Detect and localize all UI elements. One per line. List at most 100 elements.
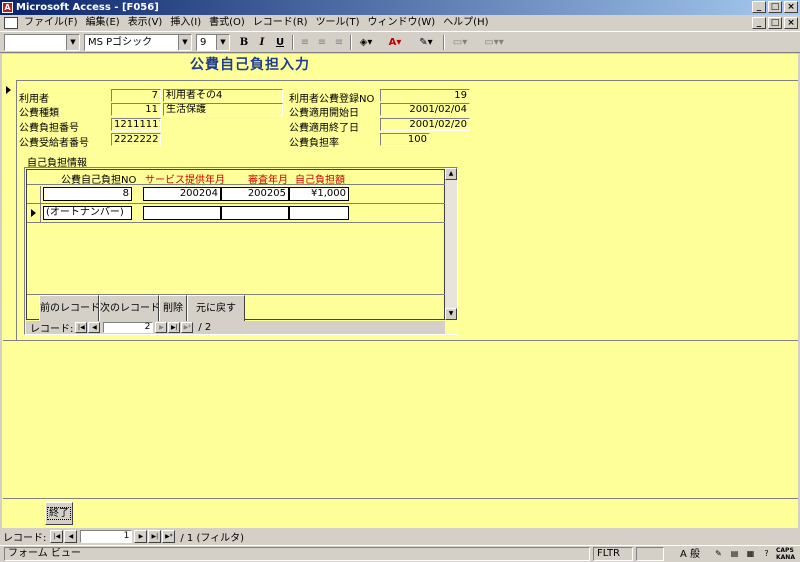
new-record-icon[interactable]: ▶* (181, 322, 194, 333)
row2-review-month[interactable] (221, 206, 289, 220)
menu-insert[interactable]: 挿入(I) (166, 15, 205, 31)
ime-help-icon[interactable]: ? (760, 548, 773, 560)
ime-tool-icon[interactable]: ✎ (712, 548, 725, 560)
header-divider (3, 80, 798, 81)
toolbar-separator (292, 35, 294, 50)
ime-pad-icon[interactable]: ▦ (744, 548, 757, 560)
public-type-name-field[interactable]: 生活保護 (163, 103, 283, 116)
scroll-down-icon[interactable]: ▼ (445, 308, 457, 320)
row1-review-month[interactable]: 200205 (221, 187, 289, 201)
menu-window[interactable]: ウィンドウ(W) (363, 15, 439, 31)
undo-button[interactable]: 元に戻す (187, 295, 245, 322)
align-right-icon[interactable]: ≡ (331, 35, 347, 50)
scroll-up-icon[interactable]: ▲ (445, 168, 457, 180)
menu-tools[interactable]: ツール(T) (312, 15, 364, 31)
doc-close-button[interactable]: × (784, 17, 798, 29)
ime-mode-indicator[interactable]: A 般 (680, 547, 700, 562)
main-record-number-input[interactable]: 1 (80, 529, 133, 543)
chevron-down-icon: ▼ (178, 35, 191, 50)
user-name-field[interactable]: 利用者その4 (163, 89, 283, 102)
user-id-field[interactable]: 7 (111, 89, 161, 102)
row2-burden-amount[interactable] (289, 206, 349, 220)
prev-record-icon[interactable]: ◀ (88, 322, 101, 333)
access-app-icon[interactable]: A (2, 2, 13, 13)
exit-button[interactable]: 終了 (45, 502, 73, 525)
doc-minimize-button[interactable]: _ (752, 17, 766, 29)
current-record-icon (31, 209, 36, 217)
subform-nav-label: レコード: (30, 324, 74, 335)
end-date-field[interactable]: 2001/02/20 (380, 118, 470, 131)
restore-button[interactable]: □ (768, 1, 782, 13)
menu-records[interactable]: レコード(R) (249, 15, 312, 31)
font-size-select[interactable]: 9 ▼ (196, 34, 230, 51)
menu-format[interactable]: 書式(O) (205, 15, 249, 31)
row1-burden-amount[interactable]: ¥1,000 (289, 187, 349, 201)
status-filter-indicator: FLTR (593, 547, 633, 561)
burden-no-field[interactable]: 12111111 (111, 118, 161, 131)
window-title: Microsoft Access - [F056] (16, 2, 159, 13)
row2-burden-no[interactable]: (オートナンバー) (43, 206, 132, 220)
toolbar-separator (350, 35, 352, 50)
underline-button[interactable]: U (272, 35, 288, 50)
reg-no-label: 利用者公費登録NO (289, 94, 375, 105)
end-date-label: 公費適用終了日 (289, 123, 359, 134)
special-effect-icon[interactable]: ▭▾▾ (478, 35, 510, 50)
title-bar: A Microsoft Access - [F056] _ □ × (0, 0, 800, 15)
first-record-icon[interactable]: |◀ (75, 322, 88, 333)
start-date-field[interactable]: 2001/02/04 (380, 103, 470, 116)
subform-row-divider (27, 203, 447, 204)
last-record-icon[interactable]: ▶| (148, 529, 162, 543)
subform-record-navigator: レコード: |◀ ◀ 2 ▶ ▶| ▶* / 2 (26, 321, 445, 335)
align-center-icon[interactable]: ≡ (314, 35, 330, 50)
kana-lock-indicator: KANA (776, 554, 795, 561)
font-name-select[interactable]: MS Pゴシック ▼ (84, 34, 192, 51)
form-control-icon[interactable] (4, 17, 18, 29)
reg-no-field[interactable]: 19 (380, 89, 470, 102)
menu-file[interactable]: ファイル(F) (20, 15, 82, 31)
recipient-no-label: 公費受給者番号 (19, 138, 89, 149)
subform-record-selector[interactable] (27, 204, 41, 222)
align-left-icon[interactable]: ≡ (297, 35, 313, 50)
next-record-icon[interactable]: ▶ (134, 529, 148, 543)
row1-service-month[interactable]: 200204 (143, 187, 221, 201)
recipient-no-field[interactable]: 2222222 (111, 133, 161, 146)
fill-color-icon[interactable]: ◈▾ (355, 35, 377, 50)
italic-button[interactable]: I (254, 35, 270, 50)
line-color-icon[interactable]: ✎▾ (414, 35, 438, 50)
subform-vertical-scrollbar[interactable]: ▲ ▼ (445, 168, 457, 320)
burden-rate-label: 公費負担率 (289, 138, 339, 149)
main-record-navigator: レコード: |◀ ◀ 1 ▶ ▶| ▶* / 1 (フィルタ) (0, 528, 800, 544)
toolbar-separator (443, 35, 445, 50)
close-window-button[interactable]: × (784, 1, 798, 13)
chevron-down-icon: ▼ (216, 35, 229, 50)
formatting-toolbar: ▼ MS Pゴシック ▼ 9 ▼ B I U ≡ ≡ ≡ ◈▾ A▾ ✎▾ ▭▾ ▭… (0, 32, 800, 53)
prev-record-button[interactable]: 前のレコード (39, 295, 100, 322)
new-record-icon[interactable]: ▶* (162, 529, 176, 543)
first-record-icon[interactable]: |◀ (50, 529, 64, 543)
font-color-icon[interactable]: A▾ (383, 35, 407, 50)
main-nav-label: レコード: (3, 532, 47, 544)
row1-burden-no[interactable]: 8 (43, 187, 132, 201)
next-record-button[interactable]: 次のレコード (99, 295, 160, 322)
last-record-icon[interactable]: ▶| (168, 322, 181, 333)
minimize-button[interactable]: _ (752, 1, 766, 13)
menu-edit[interactable]: 編集(E) (82, 15, 124, 31)
line-width-icon[interactable]: ▭▾ (448, 35, 472, 50)
ime-dictionary-icon[interactable]: ▤ (728, 548, 741, 560)
subform-record-number-input[interactable]: 2 (103, 322, 154, 333)
object-selector[interactable]: ▼ (4, 34, 80, 51)
menu-bar: ファイル(F) 編集(E) 表示(V) 挿入(I) 書式(O) レコード(R) … (0, 15, 800, 32)
record-selector[interactable] (3, 80, 17, 340)
subform-record-selector[interactable] (27, 186, 41, 204)
bold-button[interactable]: B (236, 35, 252, 50)
public-type-code-field[interactable]: 11 (111, 103, 161, 116)
row2-service-month[interactable] (143, 206, 221, 220)
prev-record-icon[interactable]: ◀ (64, 529, 78, 543)
burden-rate-field[interactable]: 100 (380, 133, 430, 146)
doc-restore-button[interactable]: □ (768, 17, 782, 29)
menu-view[interactable]: 表示(V) (124, 15, 167, 31)
delete-button[interactable]: 削除 (159, 295, 187, 322)
menu-help[interactable]: ヘルプ(H) (439, 15, 492, 31)
next-record-icon[interactable]: ▶ (155, 322, 168, 333)
main-record-total: / 1 (フィルタ) (180, 532, 245, 544)
